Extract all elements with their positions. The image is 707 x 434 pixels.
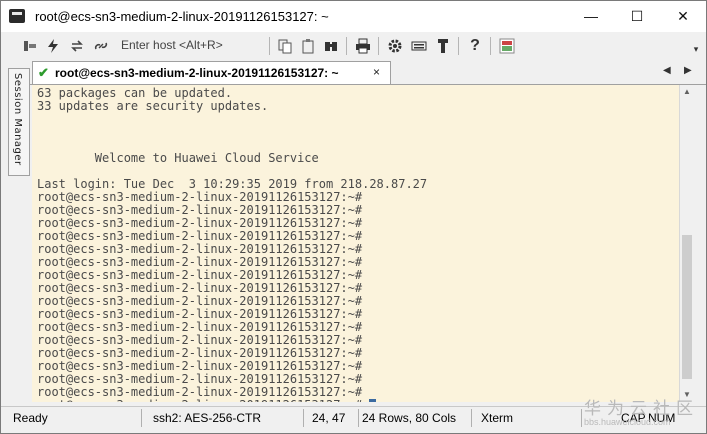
watermark-title: 华为云社区: [584, 399, 699, 419]
toolbar-overflow-icon[interactable]: ▾: [687, 40, 705, 58]
title-bar[interactable]: root@ecs-sn3-medium-2-linux-201911261531…: [1, 1, 706, 32]
terminal-line: root@ecs-sn3-medium-2-linux-201911261531…: [37, 399, 377, 402]
status-terminal-size: 24 Rows, 80 Cols: [362, 411, 457, 425]
status-divider: [471, 409, 472, 427]
toolbar-divider: [458, 37, 459, 55]
terminal-cursor: [369, 399, 377, 402]
scrollbar-thumb[interactable]: [682, 235, 692, 379]
extra-icon[interactable]: [498, 37, 516, 55]
securecrt-window: root@ecs-sn3-medium-2-linux-201911261531…: [0, 0, 707, 434]
window-title: root@ecs-sn3-medium-2-linux-201911261531…: [35, 9, 329, 24]
toolbar: Enter host <Alt+R> ? ▾: [1, 32, 706, 60]
keymap-icon[interactable]: [410, 37, 428, 55]
status-cipher: ssh2: AES-256-CTR: [153, 411, 262, 425]
minimize-button[interactable]: —: [568, 1, 614, 32]
print-icon[interactable]: [354, 37, 372, 55]
status-divider: [358, 409, 359, 427]
session-manager-label: Session Manager: [12, 73, 23, 166]
paste-icon[interactable]: [299, 37, 317, 55]
tab-label: root@ecs-sn3-medium-2-linux-201911261531…: [55, 66, 339, 80]
sftp-icon[interactable]: [434, 37, 452, 55]
quick-connect-icon[interactable]: [44, 37, 62, 55]
disconnect-icon[interactable]: [92, 37, 110, 55]
reconnect-icon[interactable]: [68, 37, 86, 55]
session-manager-panel[interactable]: Session Manager: [8, 68, 30, 176]
copy-icon[interactable]: [276, 37, 294, 55]
status-divider: [141, 409, 142, 427]
terminal-app-icon: [9, 9, 25, 23]
status-divider: [303, 409, 304, 427]
help-icon[interactable]: ?: [466, 37, 484, 55]
status-cursor-position: 24, 47: [312, 411, 346, 425]
close-button[interactable]: ✕: [660, 1, 706, 32]
terminal-line: Welcome to Huawei Cloud Service: [37, 151, 319, 165]
tab-session[interactable]: ✔ root@ecs-sn3-medium-2-linux-2019112615…: [32, 61, 391, 84]
status-divider: [581, 409, 582, 427]
terminal-line: 33 updates are security updates.: [37, 99, 269, 113]
toolbar-divider: [346, 37, 347, 55]
status-terminal-type: Xterm: [481, 411, 514, 425]
watermark-url: bbs.huaweicloud.com: [584, 417, 671, 427]
toolbar-divider: [378, 37, 379, 55]
tab-scroll-left-icon[interactable]: ◀: [663, 65, 671, 76]
tab-scroll-right-icon[interactable]: ▶: [684, 65, 692, 76]
toolbar-divider: [269, 37, 270, 55]
maximize-button[interactable]: ☐: [614, 1, 660, 32]
enter-host-field[interactable]: Enter host <Alt+R>: [121, 38, 223, 52]
find-icon[interactable]: [322, 37, 340, 55]
scroll-up-icon[interactable]: ▲: [680, 85, 694, 99]
terminal-output[interactable]: 63 packages can be updated. 33 updates ar…: [32, 85, 679, 402]
connect-icon[interactable]: [21, 37, 39, 55]
connected-check-icon: ✔: [38, 65, 49, 80]
tab-close-icon[interactable]: ×: [373, 65, 380, 79]
status-ready: Ready: [13, 411, 48, 425]
tab-strip: ✔ root@ecs-sn3-medium-2-linux-2019112615…: [30, 60, 706, 85]
terminal-scrollbar[interactable]: ▲ ▼: [679, 85, 694, 402]
options-icon[interactable]: [386, 37, 404, 55]
toolbar-divider: [490, 37, 491, 55]
